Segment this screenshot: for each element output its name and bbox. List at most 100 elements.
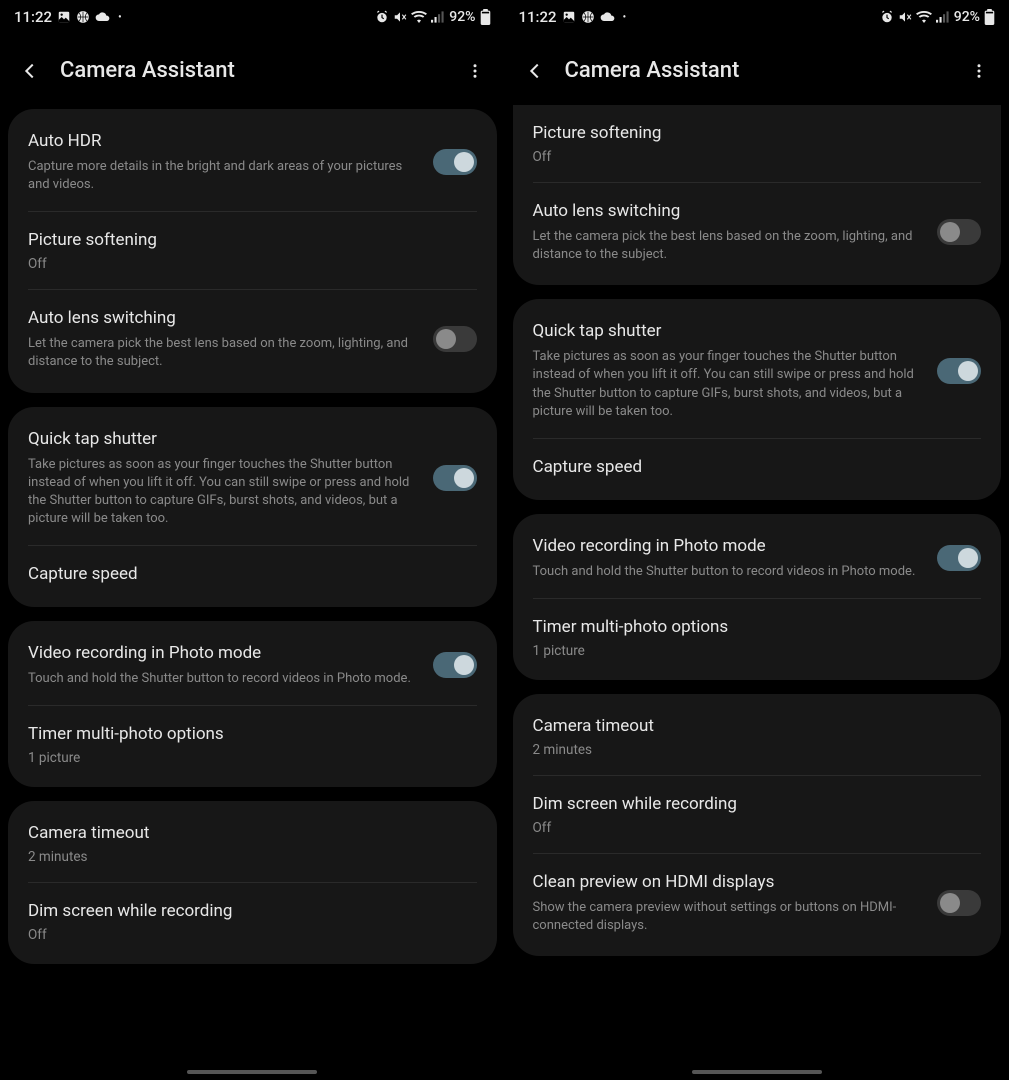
row-sub: Off (533, 149, 982, 165)
row-title: Auto lens switching (28, 307, 419, 330)
row-sub: Off (533, 820, 982, 836)
overflow-menu-button[interactable] (463, 59, 487, 83)
settings-group: Camera timeout 2 minutes Dim screen whil… (513, 694, 1002, 956)
settings-group: Quick tap shutter Take pictures as soon … (513, 299, 1002, 500)
settings-group: Video recording in Photo mode Touch and … (8, 621, 497, 787)
row-sub: 1 picture (533, 643, 982, 659)
row-timer-multi-photo[interactable]: Timer multi-photo options 1 picture (513, 599, 1002, 676)
toggle-quick-tap[interactable] (937, 358, 981, 384)
battery-icon (480, 9, 491, 25)
back-button[interactable] (523, 59, 547, 83)
row-camera-timeout[interactable]: Camera timeout 2 minutes (8, 805, 497, 882)
row-dim-screen[interactable]: Dim screen while recording Off (8, 883, 497, 960)
row-desc: Let the camera pick the best lens based … (28, 335, 419, 371)
row-title: Capture speed (28, 563, 477, 586)
battery-icon (984, 9, 995, 25)
mute-icon (393, 10, 407, 24)
page-title: Camera Assistant (60, 58, 445, 83)
phone-screen-right: 11:22 • 92% Camera Assistant Pictu (505, 0, 1009, 1080)
cloud-icon (95, 11, 111, 23)
toggle-video-photo[interactable] (433, 652, 477, 678)
row-sub: Off (28, 256, 477, 272)
row-sub: 2 minutes (533, 742, 982, 758)
alarm-icon (375, 10, 389, 24)
toggle-quick-tap[interactable] (433, 465, 477, 491)
gallery-icon (562, 10, 576, 24)
status-right: 92% (375, 9, 490, 25)
cloud-icon (600, 11, 616, 23)
row-auto-lens-switching[interactable]: Auto lens switching Let the camera pick … (513, 183, 1002, 281)
gesture-bar (692, 1070, 822, 1074)
status-left: 11:22 • (14, 8, 122, 26)
row-desc: Let the camera pick the best lens based … (533, 228, 924, 264)
row-picture-softening[interactable]: Picture softening Off (8, 212, 497, 289)
row-video-in-photo-mode[interactable]: Video recording in Photo mode Touch and … (8, 625, 497, 705)
gesture-bar (187, 1070, 317, 1074)
status-left: 11:22 • (519, 8, 627, 26)
settings-group: Video recording in Photo mode Touch and … (513, 514, 1002, 680)
row-title: Auto lens switching (533, 200, 924, 223)
row-desc: Take pictures as soon as your finger tou… (28, 456, 419, 529)
battery-percent: 92% (954, 9, 980, 25)
row-quick-tap-shutter[interactable]: Quick tap shutter Take pictures as soon … (513, 303, 1002, 438)
settings-group: Quick tap shutter Take pictures as soon … (8, 407, 497, 608)
basketball-icon (581, 10, 595, 24)
toggle-auto-lens[interactable] (937, 219, 981, 245)
row-video-in-photo-mode[interactable]: Video recording in Photo mode Touch and … (513, 518, 1002, 598)
row-title: Clean preview on HDMI displays (533, 871, 924, 894)
settings-group: Picture softening Off Auto lens switchin… (513, 105, 1002, 285)
row-sub: 2 minutes (28, 849, 477, 865)
app-header: Camera Assistant (0, 30, 505, 109)
status-right: 92% (880, 9, 995, 25)
row-title: Camera timeout (28, 822, 477, 845)
row-dim-screen[interactable]: Dim screen while recording Off (513, 776, 1002, 853)
row-title: Camera timeout (533, 715, 982, 738)
row-camera-timeout[interactable]: Camera timeout 2 minutes (513, 698, 1002, 775)
row-clean-preview-hdmi[interactable]: Clean preview on HDMI displays Show the … (513, 854, 1002, 952)
status-bar: 11:22 • 92% (0, 0, 505, 30)
row-title: Timer multi-photo options (28, 723, 477, 746)
back-button[interactable] (18, 59, 42, 83)
row-desc: Capture more details in the bright and d… (28, 158, 419, 194)
toggle-clean-preview[interactable] (937, 890, 981, 916)
row-auto-hdr[interactable]: Auto HDR Capture more details in the bri… (8, 113, 497, 211)
row-title: Dim screen while recording (533, 793, 982, 816)
overflow-menu-button[interactable] (967, 59, 991, 83)
row-timer-multi-photo[interactable]: Timer multi-photo options 1 picture (8, 706, 497, 783)
row-title: Quick tap shutter (28, 428, 419, 451)
row-title: Video recording in Photo mode (533, 535, 924, 558)
gallery-icon (57, 10, 71, 24)
toggle-auto-lens[interactable] (433, 326, 477, 352)
status-bar: 11:22 • 92% (505, 0, 1009, 30)
status-time: 11:22 (519, 8, 557, 26)
row-desc: Touch and hold the Shutter button to rec… (28, 670, 419, 688)
row-desc: Touch and hold the Shutter button to rec… (533, 563, 924, 581)
basketball-icon (76, 10, 90, 24)
toggle-auto-hdr[interactable] (433, 149, 477, 175)
settings-group: Auto HDR Capture more details in the bri… (8, 109, 497, 393)
row-title: Quick tap shutter (533, 320, 924, 343)
battery-percent: 92% (449, 9, 475, 25)
signal-icon (936, 11, 950, 23)
row-desc: Show the camera preview without settings… (533, 899, 924, 935)
row-title: Capture speed (533, 456, 982, 479)
settings-list: Picture softening Off Auto lens switchin… (505, 105, 1009, 956)
signal-icon (431, 11, 445, 23)
status-dot: • (118, 12, 122, 23)
row-capture-speed[interactable]: Capture speed (513, 439, 1002, 496)
row-title: Video recording in Photo mode (28, 642, 419, 665)
wifi-icon (916, 11, 932, 23)
row-title: Picture softening (533, 122, 982, 145)
row-auto-lens-switching[interactable]: Auto lens switching Let the camera pick … (8, 290, 497, 388)
status-time: 11:22 (14, 8, 52, 26)
row-sub: 1 picture (28, 750, 477, 766)
row-quick-tap-shutter[interactable]: Quick tap shutter Take pictures as soon … (8, 411, 497, 546)
row-picture-softening[interactable]: Picture softening Off (513, 105, 1002, 182)
mute-icon (898, 10, 912, 24)
row-capture-speed[interactable]: Capture speed (8, 546, 497, 603)
status-dot: • (623, 12, 627, 23)
wifi-icon (411, 11, 427, 23)
alarm-icon (880, 10, 894, 24)
toggle-video-photo[interactable] (937, 545, 981, 571)
settings-list: Auto HDR Capture more details in the bri… (0, 109, 505, 964)
